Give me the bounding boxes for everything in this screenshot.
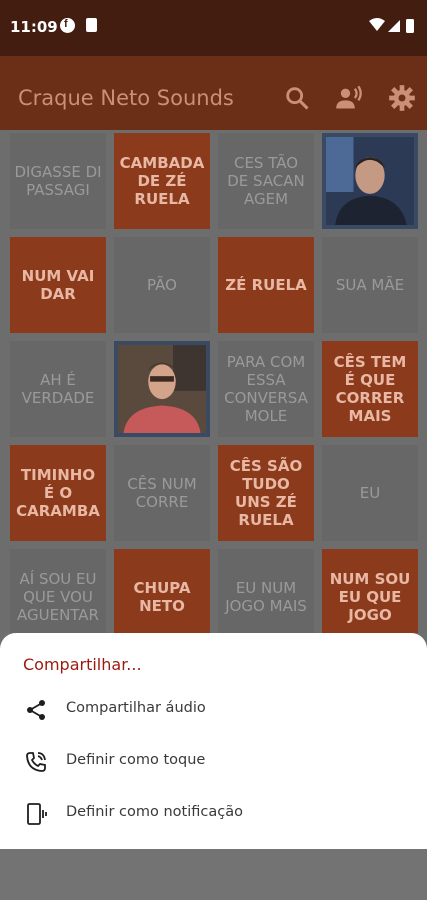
share-bottom-sheet: Compartilhar... Compartilhar áudio Defin… xyxy=(0,633,427,849)
presenter-photo xyxy=(118,345,206,433)
system-tray xyxy=(369,18,414,33)
sim-icon xyxy=(86,18,97,32)
sound-tile-label: PÃO xyxy=(147,276,177,294)
battery-icon xyxy=(406,19,414,33)
app-bar: Craque Neto Sounds xyxy=(0,56,427,130)
presenter-photo xyxy=(326,137,414,225)
sound-tile[interactable]: DIGASSE DI PASSAGI xyxy=(10,133,106,229)
option-label: Definir como notificação xyxy=(66,804,243,820)
ringtone-icon xyxy=(26,752,46,772)
scrim-bottom xyxy=(0,849,427,900)
sound-tile-label: CAMBADA DE ZÉ RUELA xyxy=(119,154,205,208)
signal-icon xyxy=(388,20,400,32)
share-icon xyxy=(27,700,45,720)
sound-tile[interactable]: ZÉ RUELA xyxy=(218,237,314,333)
sound-tile-photo[interactable] xyxy=(114,341,210,437)
sound-tile-label: AÍ SOU EU QUE VOU AGUENTAR xyxy=(17,570,99,624)
sound-tile-label: TIMINHO É O CARAMBA xyxy=(16,466,100,520)
sound-tile-label: EU xyxy=(359,484,381,502)
sound-tile-label: CÊS NUM CORRE xyxy=(127,475,197,511)
option-label: Definir como toque xyxy=(66,752,206,768)
sound-tile[interactable]: TIMINHO É O CARAMBA xyxy=(10,445,106,541)
sound-tile[interactable]: CÊS SÃO TUDO UNS ZÉ RUELA xyxy=(218,445,314,541)
sound-tile-label: CÊS TEM É QUE CORRER MAIS xyxy=(333,353,407,425)
sound-tile[interactable]: CES TÃO DE SACAN AGEM xyxy=(218,133,314,229)
sound-tile[interactable]: NUM VAI DAR xyxy=(10,237,106,333)
gear-icon[interactable] xyxy=(388,84,416,112)
notification-vibrate-icon xyxy=(27,803,47,825)
app-title: Craque Neto Sounds xyxy=(18,86,234,110)
sound-tile-label: PARA COM ESSA CONVERSA MOLE xyxy=(224,353,308,425)
shield-icon: f xyxy=(60,18,75,33)
sound-tile-label: NUM VAI DAR xyxy=(21,267,95,303)
sound-tile-label: CHUPA NETO xyxy=(133,579,191,615)
sound-grid: DIGASSE DI PASSAGI CAMBADA DE ZÉ RUELA C… xyxy=(0,130,427,633)
sound-tile-label: AH É VERDADE xyxy=(21,371,95,407)
sound-tile[interactable]: PARA COM ESSA CONVERSA MOLE xyxy=(218,341,314,437)
search-icon[interactable] xyxy=(283,84,311,112)
sound-tile-label: SUA MÃE xyxy=(335,276,405,294)
wifi-icon xyxy=(369,18,385,31)
sheet-heading: Compartilhar... xyxy=(23,655,142,674)
sound-tile-label: DIGASSE DI PASSAGI xyxy=(14,163,102,199)
share-audio-option[interactable]: Compartilhar áudio xyxy=(0,683,427,735)
status-time: 11:09 xyxy=(10,18,58,36)
sound-tile-label: NUM SOU EU QUE JOGO xyxy=(329,570,411,624)
sound-tile[interactable]: EU NUM JOGO MAIS xyxy=(218,549,314,633)
sound-tile-label: CES TÃO DE SACAN AGEM xyxy=(227,154,305,208)
sound-tile-label: EU NUM JOGO MAIS xyxy=(225,579,307,615)
sound-tile-photo[interactable] xyxy=(322,133,418,229)
sound-tile[interactable]: CAMBADA DE ZÉ RUELA xyxy=(114,133,210,229)
set-ringtone-option[interactable]: Definir como toque xyxy=(0,735,427,787)
sound-tile[interactable]: NUM SOU EU QUE JOGO xyxy=(322,549,418,633)
sound-tile[interactable]: EU xyxy=(322,445,418,541)
voice-icon[interactable] xyxy=(335,84,363,112)
status-bar: 11:09 f xyxy=(0,0,427,56)
sound-tile[interactable]: AH É VERDADE xyxy=(10,341,106,437)
sound-tile[interactable]: PÃO xyxy=(114,237,210,333)
sound-tile[interactable]: SUA MÃE xyxy=(322,237,418,333)
option-label: Compartilhar áudio xyxy=(66,700,206,716)
sound-tile[interactable]: CÊS NUM CORRE xyxy=(114,445,210,541)
set-notification-option[interactable]: Definir como notificação xyxy=(0,787,427,839)
sound-tile[interactable]: CÊS TEM É QUE CORRER MAIS xyxy=(322,341,418,437)
sound-tile-label: ZÉ RUELA xyxy=(225,276,307,294)
sound-tile[interactable]: AÍ SOU EU QUE VOU AGUENTAR xyxy=(10,549,106,633)
sound-tile-label: CÊS SÃO TUDO UNS ZÉ RUELA xyxy=(229,457,303,529)
sound-tile[interactable]: CHUPA NETO xyxy=(114,549,210,633)
